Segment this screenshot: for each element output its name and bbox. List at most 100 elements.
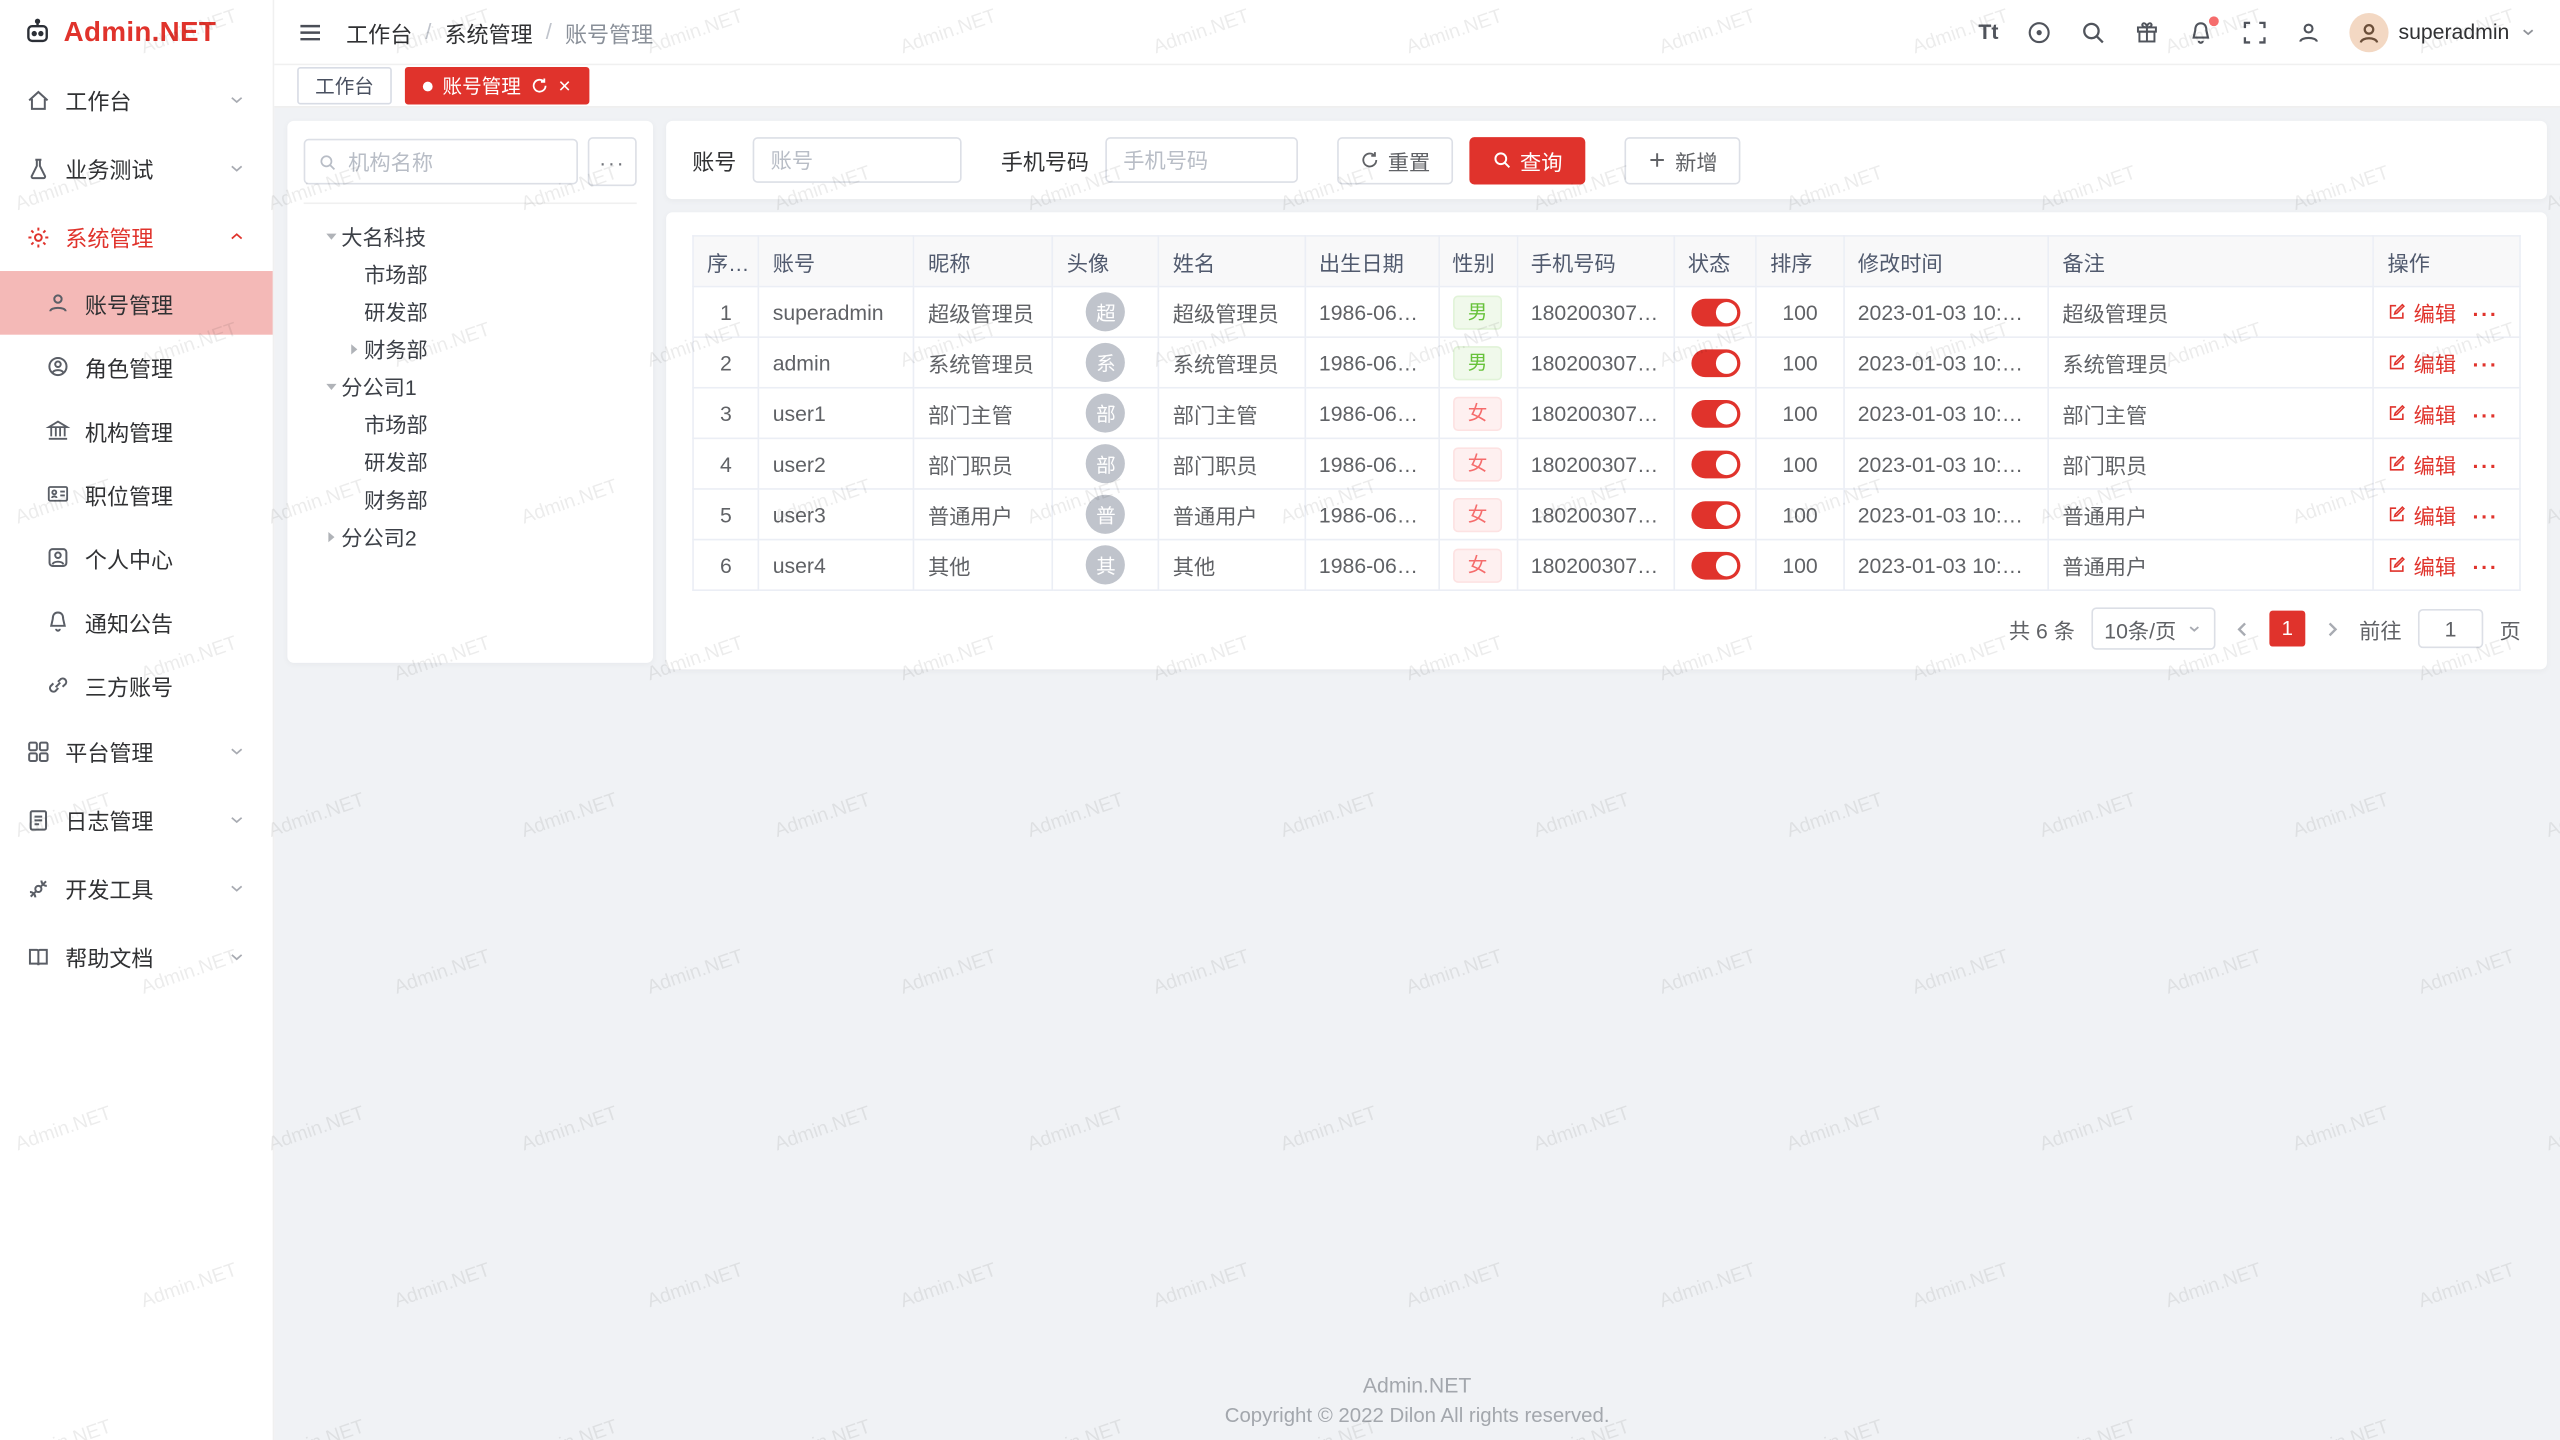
tab-account-management[interactable]: 账号管理 × — [405, 67, 589, 105]
chevron-down-icon — [227, 158, 247, 178]
cell-nickname: 系统管理员 — [914, 337, 1053, 388]
sidebar-menu: 工作台 业务测试 系统管理 — [0, 65, 273, 991]
caret-down-icon[interactable] — [320, 228, 341, 244]
sidebar-item-help-docs[interactable]: 帮助文档 — [0, 922, 273, 991]
row-more-button[interactable]: ··· — [2472, 403, 2498, 427]
sidebar-item-account-management[interactable]: 账号管理 — [0, 271, 273, 335]
edit-button[interactable]: 编辑 — [2388, 347, 2457, 378]
status-toggle[interactable] — [1691, 399, 1740, 427]
row-more-button[interactable]: ··· — [2472, 555, 2498, 579]
tree-node[interactable]: 财务部 — [304, 330, 637, 368]
breadcrumb-item[interactable]: 系统管理 — [445, 16, 533, 49]
sidebar-item-label: 平台管理 — [65, 735, 153, 768]
user-menu[interactable]: superadmin — [2349, 12, 2537, 51]
tree-node[interactable]: 分公司2 — [304, 518, 637, 556]
edit-button[interactable]: 编辑 — [2388, 398, 2457, 429]
sidebar-item-personal-center[interactable]: 个人中心 — [0, 526, 273, 590]
search-button[interactable]: 查询 — [1469, 136, 1585, 183]
query-bar: 账号 手机号码 重置 查询 新增 — [666, 121, 2547, 199]
tab-workbench[interactable]: 工作台 — [297, 67, 392, 105]
prev-page-button[interactable] — [2232, 618, 2253, 639]
sidebar-item-log-management[interactable]: 日志管理 — [0, 785, 273, 854]
edit-button[interactable]: 编辑 — [2388, 296, 2457, 327]
cell-avatar: 部 — [1053, 438, 1159, 489]
row-more-button[interactable]: ··· — [2472, 353, 2498, 377]
font-size-icon[interactable]: Tt — [1978, 20, 1998, 44]
account-field[interactable] — [753, 137, 962, 183]
tree-node[interactable]: 市场部 — [304, 405, 637, 443]
status-toggle[interactable] — [1691, 551, 1740, 579]
edit-button[interactable]: 编辑 — [2388, 499, 2457, 530]
profile-icon[interactable] — [2296, 19, 2322, 45]
reset-button[interactable]: 重置 — [1337, 136, 1453, 183]
tree-node[interactable]: 研发部 — [304, 292, 637, 330]
cell-order: 100 — [1756, 438, 1844, 489]
row-more-button[interactable]: ··· — [2472, 302, 2498, 326]
sidebar-item-third-account[interactable]: 三方账号 — [0, 653, 273, 717]
edit-button[interactable]: 编辑 — [2388, 549, 2457, 580]
account-input[interactable] — [767, 146, 947, 174]
sidebar-item-dev-tools[interactable]: 开发工具 — [0, 854, 273, 923]
cell-name: 部门主管 — [1159, 388, 1305, 439]
sidebar-item-role-management[interactable]: 角色管理 — [0, 335, 273, 399]
cell-birth: 1986-06-28 — [1305, 489, 1438, 540]
sidebar-item-business-test[interactable]: 业务测试 — [0, 134, 273, 203]
tab-close-icon[interactable]: × — [558, 75, 570, 96]
phone-input[interactable] — [1120, 146, 1283, 174]
cell-account: user2 — [759, 438, 914, 489]
org-search-input[interactable] — [345, 148, 563, 176]
menu-collapse-icon[interactable] — [297, 19, 323, 45]
page-size-select[interactable]: 10条/页 — [2091, 607, 2215, 649]
cell-name: 部门职员 — [1159, 438, 1305, 489]
theme-icon[interactable] — [2026, 19, 2052, 45]
row-more-button[interactable]: ··· — [2472, 454, 2498, 478]
next-page-button[interactable] — [2322, 618, 2343, 639]
table-header-row: 序号 账号 昵称 头像 姓名 出生日期 性别 手机号码 状态 排序 修改时间 备… — [693, 236, 2520, 287]
add-button[interactable]: 新增 — [1625, 136, 1741, 183]
cell-avatar: 普 — [1053, 489, 1159, 540]
sidebar-item-position-management[interactable]: 职位管理 — [0, 462, 273, 526]
status-toggle[interactable] — [1691, 298, 1740, 326]
cell-birth: 1986-06-28 — [1305, 287, 1438, 338]
sidebar-item-label: 工作台 — [65, 83, 131, 116]
table-row: 1 superadmin 超级管理员 超 超级管理员 1986-06-28 男 … — [693, 287, 2520, 338]
notification-bell-icon[interactable] — [2188, 19, 2214, 45]
cell-gender: 男 — [1438, 337, 1517, 388]
page-number-current[interactable]: 1 — [2269, 611, 2305, 647]
sidebar-item-notice[interactable]: 通知公告 — [0, 589, 273, 653]
status-toggle[interactable] — [1691, 349, 1740, 377]
org-more-button[interactable]: ··· — [588, 137, 637, 186]
sidebar-item-label: 帮助文档 — [65, 940, 153, 973]
tree-node[interactable]: 分公司1 — [304, 367, 637, 405]
sidebar-item-workbench[interactable]: 工作台 — [0, 65, 273, 134]
caret-right-icon[interactable] — [320, 528, 341, 544]
search-icon[interactable] — [2080, 19, 2106, 45]
tab-refresh-icon[interactable] — [531, 77, 549, 95]
tree-node[interactable]: 财务部 — [304, 480, 637, 518]
tree-node[interactable]: 研发部 — [304, 442, 637, 480]
org-search-field[interactable] — [304, 139, 578, 185]
tree-node[interactable]: 大名科技 — [304, 217, 637, 255]
status-toggle[interactable] — [1691, 500, 1740, 528]
caret-right-icon[interactable] — [343, 340, 364, 356]
tree-node[interactable]: 市场部 — [304, 255, 637, 293]
sidebar-item-org-management[interactable]: 机构管理 — [0, 398, 273, 462]
cell-modified: 2023-01-03 10:59:44 — [1844, 489, 2049, 540]
fullscreen-icon[interactable] — [2242, 19, 2268, 45]
goto-page-input[interactable] — [2418, 609, 2483, 648]
phone-field[interactable] — [1105, 137, 1298, 183]
cell-remark: 普通用户 — [2048, 489, 2373, 540]
sidebar-item-platform-management[interactable]: 平台管理 — [0, 717, 273, 786]
sidebar-item-system-management[interactable]: 系统管理 — [0, 202, 273, 271]
row-more-button[interactable]: ··· — [2472, 504, 2498, 528]
cell-actions: 编辑 ··· — [2374, 388, 2520, 439]
flask-icon — [26, 156, 50, 180]
caret-down-icon[interactable] — [320, 378, 341, 394]
edit-button[interactable]: 编辑 — [2388, 448, 2457, 479]
tabs-bar: 工作台 账号管理 × — [274, 65, 2560, 107]
gift-icon[interactable] — [2134, 19, 2160, 45]
status-toggle[interactable] — [1691, 450, 1740, 478]
cell-avatar: 超 — [1053, 287, 1159, 338]
breadcrumb-item[interactable]: 工作台 — [346, 16, 412, 49]
chevron-down-icon — [227, 741, 247, 761]
